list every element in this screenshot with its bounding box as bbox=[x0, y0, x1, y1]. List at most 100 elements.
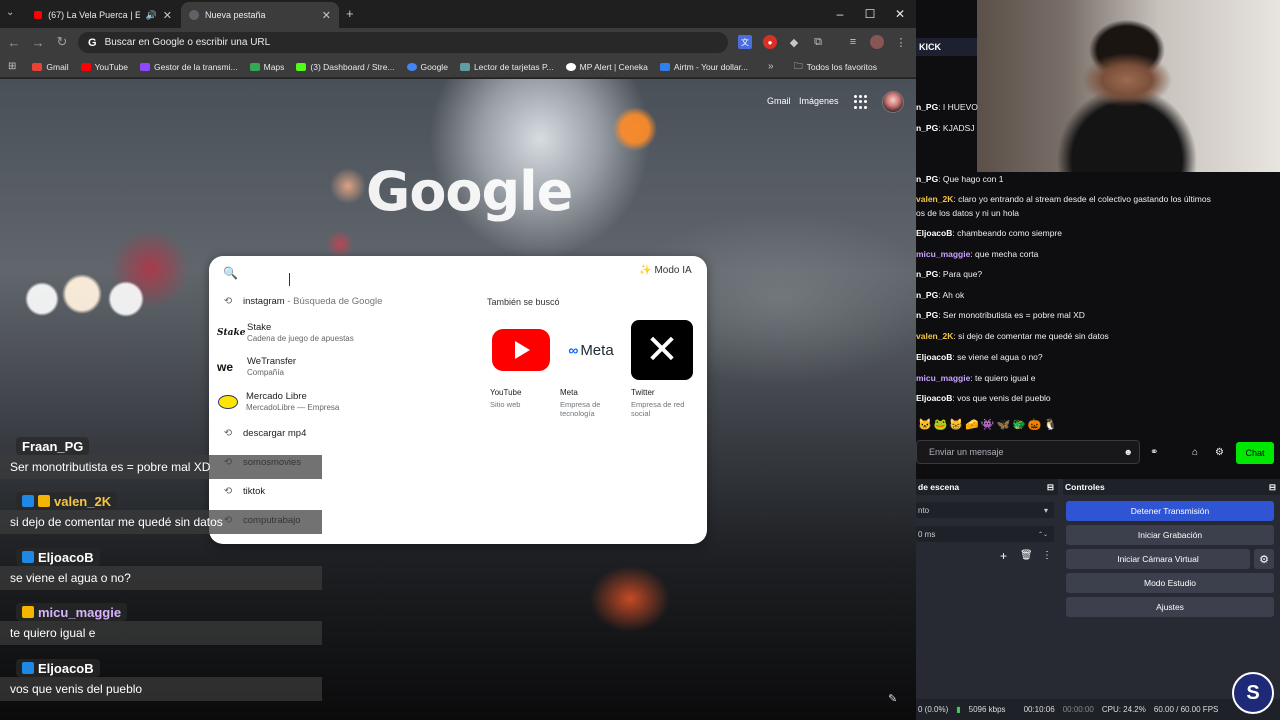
studio-mode-button[interactable]: Modo Estudio bbox=[1066, 573, 1274, 593]
apps-grid-icon[interactable]: ⊞ bbox=[8, 61, 16, 72]
tab-youtube[interactable]: (67) La Vela Puerca | El Viej 🔊 ✕ bbox=[26, 2, 180, 28]
bookmark-label: Gmail bbox=[46, 61, 69, 72]
extensions-puzzle-icon[interactable]: ⧉ bbox=[811, 35, 825, 49]
suggestion-item[interactable]: ⟲ descargar mp4 bbox=[209, 428, 479, 439]
images-link[interactable]: Imágenes bbox=[799, 96, 839, 106]
reload-icon[interactable]: ↻ bbox=[54, 34, 70, 50]
youtube-logo-icon bbox=[490, 320, 552, 380]
chat-input[interactable]: Enviar un mensaje ☻ bbox=[916, 440, 1140, 464]
forward-icon[interactable]: → bbox=[30, 34, 46, 50]
chat-username[interactable]: n_PG bbox=[916, 269, 938, 279]
chat-username[interactable]: micu_maggie bbox=[916, 373, 970, 383]
chat-username[interactable]: EljoacoB bbox=[916, 393, 952, 403]
close-window-icon[interactable]: ✕ bbox=[884, 0, 916, 28]
suggestion-text: descargar mp4 bbox=[243, 428, 307, 439]
chat-text: os de los datos y ni un hola bbox=[916, 208, 1020, 218]
bookmark-lector[interactable]: Lector de tarjetas P... bbox=[454, 62, 560, 72]
suggestion-item[interactable]: Stake Stake Cadena de juego de apuestas bbox=[209, 322, 479, 343]
more-icon[interactable]: ⋮ bbox=[1042, 550, 1052, 561]
avatar[interactable] bbox=[882, 91, 904, 113]
trash-icon[interactable]: 🗑 bbox=[1020, 550, 1033, 561]
bookmark-gmail[interactable]: Gmail bbox=[26, 62, 74, 72]
chat-username[interactable]: valen_2K bbox=[916, 331, 953, 341]
overlay-chat-username: micu_maggie bbox=[16, 603, 128, 621]
start-virtual-camera-button[interactable]: Iniciar Cámara Virtual bbox=[1066, 549, 1250, 569]
omnibox[interactable]: G Buscar en Google o escribir una URL bbox=[78, 32, 728, 53]
suggestion-item[interactable]: we WeTransfer Compañía bbox=[209, 356, 479, 377]
bookmark-label: Gestor de la transmi... bbox=[154, 61, 238, 72]
emoji-icon[interactable]: ☻ bbox=[1124, 447, 1133, 457]
bookmark-airtm[interactable]: Airtm - Your dollar... bbox=[654, 62, 754, 72]
entity-card-meta[interactable]: ∞ Meta Meta Empresa de tecnología bbox=[560, 320, 630, 419]
gear-icon[interactable]: ⚙ bbox=[1215, 447, 1224, 458]
stop-stream-button[interactable]: Detener Transmisión bbox=[1066, 501, 1274, 521]
fps: 60.00 / 60.00 FPS bbox=[1153, 705, 1219, 714]
minimize-icon[interactable]: – bbox=[824, 0, 856, 28]
add-icon[interactable]: + bbox=[1000, 549, 1007, 563]
chat-username[interactable]: n_PG bbox=[916, 310, 938, 320]
tab-label: Nueva pestaña bbox=[205, 10, 266, 20]
bookmark-youtube[interactable]: YouTube bbox=[75, 62, 134, 72]
close-tab-icon[interactable]: ✕ bbox=[163, 9, 172, 22]
gmail-link[interactable]: Gmail bbox=[767, 96, 791, 106]
virtual-camera-settings-icon[interactable]: ⚙ bbox=[1254, 549, 1274, 569]
bookmark-favicon-icon bbox=[565, 62, 576, 71]
extension-red-icon[interactable]: ● bbox=[763, 35, 777, 49]
bookmark-maps[interactable]: Maps bbox=[244, 62, 291, 72]
chat-username[interactable]: EljoacoB bbox=[916, 352, 952, 362]
back-icon[interactable]: ← bbox=[6, 34, 22, 50]
dock-icon[interactable]: ⊟ bbox=[1269, 482, 1276, 493]
bookmark-mp-alert[interactable]: MP Alert | Ceneka bbox=[560, 62, 654, 72]
audio-icon[interactable]: 🔊 bbox=[146, 10, 157, 21]
suggestion-item[interactable]: ⟲ instagram - Búsqueda de Google bbox=[209, 296, 479, 307]
chat-username[interactable]: micu_maggie bbox=[916, 249, 970, 259]
tab-search-icon[interactable]: ⌄ bbox=[6, 7, 14, 18]
search-input[interactable] bbox=[289, 273, 290, 286]
media-control-icon[interactable]: ≡ bbox=[846, 35, 860, 49]
chat-username[interactable]: EljoacoB bbox=[916, 228, 952, 238]
chat-username[interactable]: n_PG bbox=[916, 290, 938, 300]
menu-icon[interactable]: ⋮ bbox=[894, 35, 908, 49]
tab-new-tab[interactable]: Nueva pestaña ✕ bbox=[181, 2, 339, 28]
chat-username[interactable]: n_PG bbox=[916, 123, 938, 133]
also-searched-heading: También se buscó bbox=[487, 297, 560, 307]
chevron-down-icon: ▾ bbox=[1043, 505, 1048, 515]
profile-icon[interactable] bbox=[870, 35, 884, 49]
chat-message: n_PG: I HUEVO bbox=[916, 101, 1280, 113]
bookmark-gestor[interactable]: Gestor de la transmi... bbox=[134, 62, 244, 72]
settings-button[interactable]: Ajustes bbox=[1066, 597, 1274, 617]
ai-mode-button[interactable]: ✨ Modo IA bbox=[639, 265, 692, 276]
extension-diamond-icon[interactable]: ◆ bbox=[787, 35, 801, 49]
new-tab-icon[interactable]: + bbox=[346, 6, 354, 21]
chat-username[interactable]: n_PG bbox=[916, 102, 938, 112]
entity-card-youtube[interactable]: YouTube Sitio web bbox=[490, 320, 560, 409]
emote-row[interactable]: 🐱🐸😸🧀👾🦋🐲🎃🐧 bbox=[918, 418, 1059, 431]
customize-pencil-icon[interactable]: ✎ bbox=[888, 692, 897, 705]
duration-stepper[interactable]: 0 ms ⌃⌄ bbox=[916, 526, 1054, 542]
transition-select[interactable]: nto ▾ bbox=[916, 502, 1054, 518]
maximize-icon[interactable]: ☐ bbox=[854, 0, 886, 28]
bookmark-dashboard[interactable]: (3) Dashboard / Stre... bbox=[290, 62, 400, 72]
stake-logo: Stake bbox=[217, 327, 246, 338]
entity-name: Meta bbox=[560, 388, 578, 397]
suggestion-item[interactable]: Mercado Libre MercadoLibre — Empresa bbox=[209, 391, 479, 412]
tab-strip: ⌄ (67) La Vela Puerca | El Viej 🔊 ✕ Nuev… bbox=[0, 0, 916, 28]
chat-username[interactable]: valen_2K bbox=[916, 194, 953, 204]
start-recording-button[interactable]: Iniciar Grabación bbox=[1066, 525, 1274, 545]
suggestion-text: Mercado Libre MercadoLibre — Empresa bbox=[246, 391, 340, 412]
suggestion-text: instagram - Búsqueda de Google bbox=[243, 296, 383, 307]
chat-send-button[interactable]: Chat bbox=[1236, 442, 1274, 464]
bookmark-favicon-icon bbox=[459, 62, 470, 71]
suggestion-item[interactable]: ⟲ tiktok bbox=[209, 486, 479, 497]
translate-icon[interactable]: 文 bbox=[738, 35, 752, 49]
bookmark-all-favorites[interactable]: 🗀 Todos los favoritos bbox=[788, 59, 883, 75]
dock-icon[interactable]: ⊟ bbox=[1047, 482, 1054, 493]
extensions-icon[interactable]: ⚭ bbox=[1150, 447, 1158, 458]
google-apps-icon[interactable] bbox=[854, 95, 868, 109]
chat-username[interactable]: n_PG bbox=[916, 174, 938, 184]
entity-card-twitter[interactable]: ✕ Twitter Empresa de red social bbox=[631, 320, 701, 419]
more-bookmarks-icon[interactable]: » bbox=[768, 61, 774, 72]
close-tab-icon[interactable]: ✕ bbox=[322, 9, 331, 22]
bookmark-google[interactable]: Google bbox=[401, 62, 454, 72]
store-icon[interactable]: ⌂ bbox=[1192, 447, 1198, 458]
